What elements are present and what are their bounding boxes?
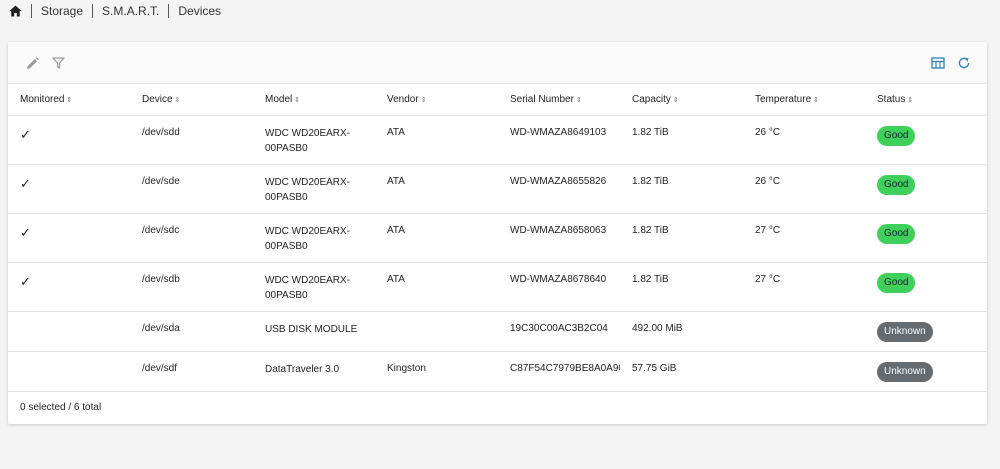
breadcrumb-separator xyxy=(168,4,170,18)
status-badge: Unknown xyxy=(877,322,933,342)
temperature-cell: 27 °C xyxy=(743,262,865,312)
devices-panel: Monitored ⇕ Device ⇕ Model ⇕ Vendor ⇕ Serial… xyxy=(8,42,987,424)
table-row[interactable]: ✓ /dev/sdc WDC WD20EARX-00PASB0 ATA WD-W… xyxy=(8,213,987,263)
status-badge: Good xyxy=(877,175,916,195)
breadcrumb-separator xyxy=(92,4,94,18)
serial-cell: WD-WMAZA8658063 xyxy=(498,213,620,263)
sort-icon: ⇕ xyxy=(907,97,914,104)
breadcrumb-separator xyxy=(31,4,32,18)
device-cell: /dev/sdf xyxy=(130,351,253,392)
status-badge: Good xyxy=(877,126,916,146)
model-cell: WDC WD20EARX-00PASB0 xyxy=(253,262,375,312)
table-row[interactable]: /dev/sda USB DISK MODULE 19C30C00AC3B2C0… xyxy=(8,311,987,352)
temperature-cell: 26 °C xyxy=(743,164,865,214)
table-row[interactable]: /dev/sdf DataTraveler 3.0 Kingston C87F5… xyxy=(8,351,987,392)
vendor-cell: ATA xyxy=(375,213,498,263)
column-header-capacity[interactable]: Capacity ⇕ xyxy=(620,83,743,116)
device-cell: /dev/sdc xyxy=(130,213,253,263)
column-header-model[interactable]: Model ⇕ xyxy=(253,83,375,116)
table-row[interactable]: ✓ /dev/sdb WDC WD20EARX-00PASB0 ATA WD-W… xyxy=(8,262,987,312)
selection-summary: 0 selected / 6 total xyxy=(20,402,102,413)
model-cell: WDC WD20EARX-00PASB0 xyxy=(253,115,375,165)
status-badge: Good xyxy=(877,273,916,293)
vendor-cell: ATA xyxy=(375,164,498,214)
device-cell: /dev/sde xyxy=(130,164,253,214)
column-header-monitored[interactable]: Monitored ⇕ xyxy=(8,83,130,116)
model-cell: USB DISK MODULE xyxy=(253,311,375,352)
sort-icon: ⇕ xyxy=(66,97,73,104)
table-header-row: Monitored ⇕ Device ⇕ Model ⇕ Vendor ⇕ Serial… xyxy=(8,83,987,116)
temperature-cell xyxy=(743,351,865,392)
temperature-cell: 26 °C xyxy=(743,115,865,165)
check-icon: ✓ xyxy=(20,176,31,191)
sort-icon: ⇕ xyxy=(420,97,427,104)
vendor-cell: Kingston xyxy=(375,351,498,392)
status-badge: Good xyxy=(877,224,916,244)
check-icon: ✓ xyxy=(20,274,31,289)
column-header-device[interactable]: Device ⇕ xyxy=(130,83,253,116)
capacity-cell: 1.82 TiB xyxy=(620,164,743,214)
toolbar xyxy=(8,42,987,83)
table-row[interactable]: ✓ /dev/sdd WDC WD20EARX-00PASB0 ATA WD-W… xyxy=(8,115,987,165)
status-badge: Unknown xyxy=(877,362,933,382)
pencil-icon[interactable] xyxy=(24,55,40,71)
capacity-cell: 492.00 MiB xyxy=(620,311,743,352)
refresh-icon[interactable] xyxy=(956,55,972,71)
serial-cell: C87F54C7979BE8A0A90 xyxy=(498,351,620,392)
sort-icon: ⇕ xyxy=(672,97,679,104)
serial-cell: 19C30C00AC3B2C04 xyxy=(498,311,620,352)
model-cell: WDC WD20EARX-00PASB0 xyxy=(253,164,375,214)
capacity-cell: 57.75 GiB xyxy=(620,351,743,392)
capacity-cell: 1.82 TiB xyxy=(620,115,743,165)
vendor-cell: ATA xyxy=(375,115,498,165)
device-cell: /dev/sdd xyxy=(130,115,253,165)
model-cell: DataTraveler 3.0 xyxy=(253,351,375,392)
sort-icon: ⇕ xyxy=(294,97,301,104)
device-cell: /dev/sdb xyxy=(130,262,253,312)
capacity-cell: 1.82 TiB xyxy=(620,262,743,312)
temperature-cell xyxy=(743,311,865,352)
device-cell: /dev/sda xyxy=(130,311,253,352)
breadcrumb-smart[interactable]: S.M.A.R.T. xyxy=(102,4,159,18)
table-columns-icon[interactable] xyxy=(930,55,946,71)
sort-icon: ⇕ xyxy=(174,97,181,104)
capacity-cell: 1.82 TiB xyxy=(620,213,743,263)
check-icon: ✓ xyxy=(20,225,31,240)
devices-table: Monitored ⇕ Device ⇕ Model ⇕ Vendor ⇕ Serial… xyxy=(8,83,987,392)
home-icon[interactable] xyxy=(8,4,22,18)
table-row[interactable]: ✓ /dev/sde WDC WD20EARX-00PASB0 ATA WD-W… xyxy=(8,164,987,214)
breadcrumb: Storage S.M.A.R.T. Devices xyxy=(8,3,221,19)
model-cell: WDC WD20EARX-00PASB0 xyxy=(253,213,375,263)
temperature-cell: 27 °C xyxy=(743,213,865,263)
breadcrumb-devices: Devices xyxy=(178,4,222,18)
sort-icon: ⇕ xyxy=(575,97,582,104)
vendor-cell xyxy=(375,311,498,352)
breadcrumb-storage[interactable]: Storage xyxy=(41,4,83,18)
serial-cell: WD-WMAZA8649103 xyxy=(498,115,620,165)
filter-icon[interactable] xyxy=(50,55,66,71)
vendor-cell: ATA xyxy=(375,262,498,312)
check-icon: ✓ xyxy=(20,127,31,142)
serial-cell: WD-WMAZA8678640 xyxy=(498,262,620,312)
column-header-serial[interactable]: Serial Number ⇕ xyxy=(498,83,620,116)
serial-cell: WD-WMAZA8655826 xyxy=(498,164,620,214)
column-header-temperature[interactable]: Temperature ⇕ xyxy=(743,83,865,116)
column-header-vendor[interactable]: Vendor ⇕ xyxy=(375,83,498,116)
sort-icon: ⇕ xyxy=(813,97,820,104)
column-header-status[interactable]: Status ⇕ xyxy=(865,83,987,116)
